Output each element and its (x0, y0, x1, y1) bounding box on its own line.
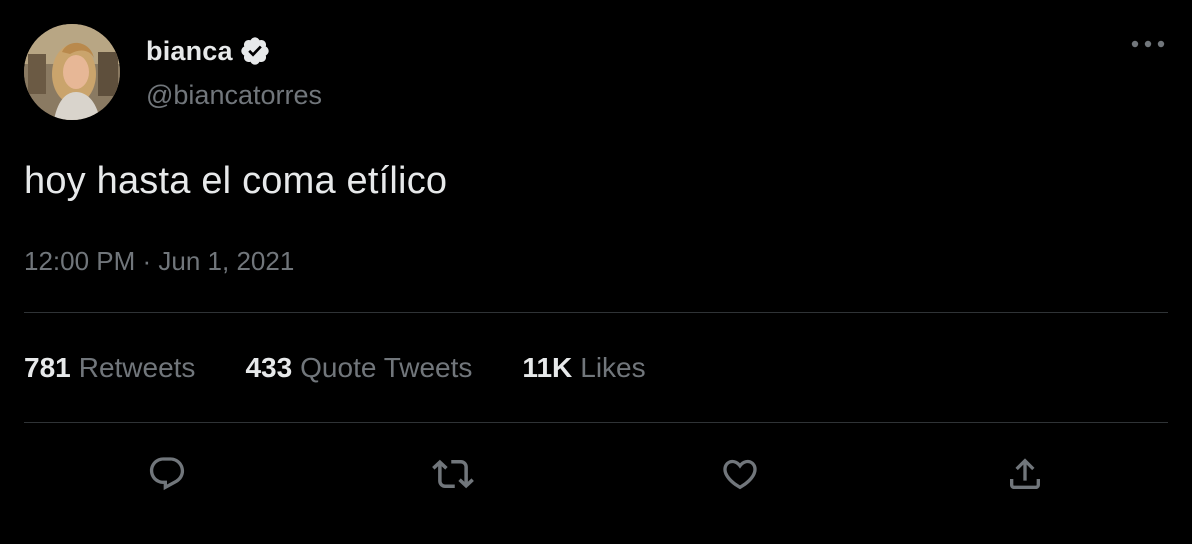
divider (24, 312, 1168, 313)
retweet-icon (432, 459, 474, 489)
tweet-timestamp[interactable]: 12:00 PM · Jun 1, 2021 (24, 246, 294, 277)
like-button[interactable] (714, 448, 766, 500)
avatar[interactable] (24, 24, 120, 120)
heart-icon (723, 459, 757, 490)
avatar-image (24, 24, 120, 120)
author-handle[interactable]: @biancatorres (146, 80, 322, 111)
retweet-button[interactable] (427, 448, 479, 500)
reply-icon (149, 457, 185, 491)
tweet-stats: 781 Retweets 433 Quote Tweets 11K Likes (24, 352, 696, 384)
divider (24, 422, 1168, 423)
retweets-label: Retweets (78, 352, 196, 383)
ellipsis-icon (1131, 40, 1165, 48)
reply-button[interactable] (141, 448, 193, 500)
author-name-row: bianca (146, 33, 271, 69)
retweets-stat[interactable]: 781 Retweets (24, 352, 195, 384)
likes-label: Likes (580, 352, 646, 383)
verified-badge-icon (239, 35, 271, 67)
likes-count: 11K (522, 352, 573, 383)
likes-stat[interactable]: 11K Likes (522, 352, 645, 384)
share-button[interactable] (999, 448, 1051, 500)
display-name[interactable]: bianca (146, 36, 233, 67)
quote-tweets-count: 433 (245, 352, 293, 383)
quote-tweets-label: Quote Tweets (300, 352, 473, 383)
more-options-button[interactable] (1126, 30, 1170, 58)
tweet-card: bianca @biancatorres hoy hasta el coma e… (0, 0, 1192, 544)
retweets-count: 781 (24, 352, 71, 383)
tweet-text: hoy hasta el coma etílico (24, 160, 448, 202)
quote-tweets-stat[interactable]: 433 Quote Tweets (245, 352, 472, 384)
share-icon (1010, 458, 1040, 489)
